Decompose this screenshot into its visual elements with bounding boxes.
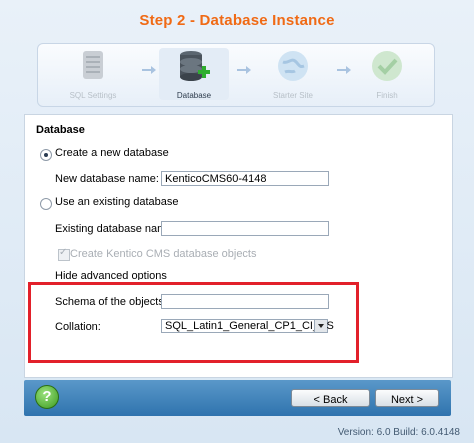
next-button[interactable]: Next > — [375, 389, 439, 407]
step-database: Database — [159, 48, 229, 100]
use-existing-db-radio[interactable] — [40, 198, 52, 210]
hide-advanced-options-link[interactable]: Hide advanced options — [55, 270, 167, 280]
existing-db-name-label: Existing database name: — [55, 223, 176, 235]
wizard-title: Step 2 - Database Instance — [139, 12, 335, 29]
step-label: Starter Site — [272, 91, 313, 100]
step-arrow-icon — [142, 66, 156, 74]
step-label: SQL Settings — [69, 91, 117, 100]
new-db-name-label: New database name: — [55, 173, 159, 185]
highlight-annotation-box — [28, 282, 359, 363]
step-finish: Finish — [352, 48, 422, 100]
create-new-db-radio[interactable] — [40, 149, 52, 161]
step-starter-site: Starter Site — [258, 48, 328, 100]
version-text: Version: 6.0 Build: 6.0.4148 — [337, 427, 460, 438]
step-arrow-icon — [237, 66, 251, 74]
wizard-title-bar: Step 2 - Database Instance — [8, 6, 466, 38]
new-db-name-input[interactable]: KenticoCMS60-4148 — [161, 171, 329, 186]
step-label: Database — [176, 91, 212, 100]
back-button[interactable]: < Back — [291, 389, 370, 407]
help-icon[interactable]: ? — [35, 385, 59, 409]
existing-db-name-input[interactable] — [161, 221, 329, 236]
step-sql-settings: SQL Settings — [58, 48, 128, 100]
create-objects-checkbox[interactable] — [58, 247, 70, 261]
globe-icon — [275, 48, 311, 84]
create-new-db-label: Create a new database — [55, 147, 169, 159]
sql-settings-icon — [75, 48, 111, 84]
create-objects-label: Create Kentico CMS database objects — [70, 248, 257, 260]
database-add-icon — [176, 48, 212, 84]
step-arrow-icon — [337, 66, 351, 74]
section-heading: Database — [36, 124, 85, 136]
step-label: Finish — [376, 91, 398, 100]
use-existing-db-label: Use an existing database — [55, 196, 179, 208]
installer-window: Step 2 - Database Instance SQL Settings — [0, 0, 474, 443]
finish-check-icon — [369, 48, 405, 84]
wizard-steps: SQL Settings Database Starter Site Finis… — [37, 43, 435, 107]
